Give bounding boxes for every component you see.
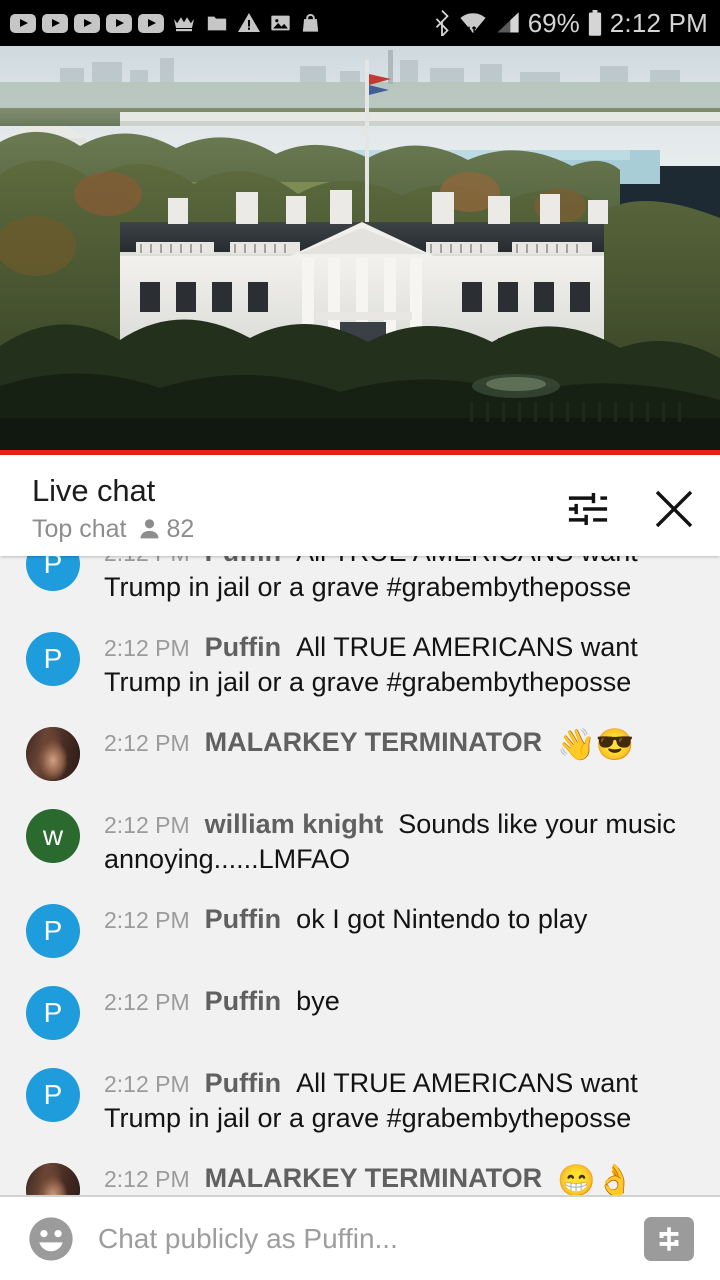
viewer-count-group: 82 (137, 514, 195, 544)
message-timestamp: 2:12 PM (104, 812, 190, 839)
chat-message[interactable]: 2:12 PM MALARKEY TERMINATOR 👋😎 (0, 712, 720, 794)
chat-input-bar (0, 1197, 720, 1280)
folder-icon (207, 16, 227, 31)
avatar-photo (26, 727, 80, 782)
live-chat-header: Live chat Top chat 82 (0, 455, 720, 556)
image-icon (271, 15, 290, 31)
warning-triangle-icon (238, 13, 260, 32)
chat-message[interactable]: P 2:12 PM Puffin All TRUE AMERICANS want … (0, 556, 720, 617)
message-author[interactable]: MALARKEY TERMINATOR (205, 1163, 543, 1193)
avatar[interactable]: P (26, 556, 80, 591)
shopping-bag-icon (302, 13, 319, 32)
viewer-count: 82 (166, 514, 195, 543)
battery-icon (588, 9, 601, 36)
message-author[interactable]: Puffin (205, 986, 281, 1016)
chat-input[interactable] (98, 1222, 626, 1255)
avatar[interactable]: w (26, 809, 80, 864)
close-chat-button[interactable] (650, 485, 698, 533)
avatar[interactable]: P (26, 1068, 80, 1123)
crown-icon (174, 17, 194, 32)
avatar[interactable] (26, 727, 80, 782)
youtube-icon (10, 13, 36, 33)
chat-message-content: 2:12 PM Puffin All TRUE AMERICANS want T… (104, 630, 690, 699)
chat-message[interactable]: P 2:12 PM Puffin All TRUE AMERICANS want … (0, 617, 720, 712)
youtube-icon (74, 13, 100, 33)
avatar[interactable] (26, 1163, 80, 1196)
youtube-icon (42, 13, 68, 33)
chat-message-content: 2:12 PM Puffin ok I got Nintendo to play (104, 902, 690, 937)
white-house-live-stream-image (0, 46, 720, 450)
message-author[interactable]: Puffin (205, 556, 281, 567)
super-chat-button[interactable] (644, 1216, 694, 1261)
avatar-photo (26, 1163, 80, 1196)
chat-message[interactable]: w 2:12 PM william knight Sounds like your… (0, 794, 720, 889)
youtube-live-chat-screen: 69% 2:12 PM Live chat Top chat 82 P Trum… (0, 0, 720, 1280)
chat-message[interactable]: 2:12 PM MALARKEY TERMINATOR 😁👌 (0, 1148, 720, 1196)
super-chat-dollar-icon (659, 1226, 679, 1251)
message-timestamp: 2:12 PM (104, 730, 190, 757)
message-text: bye (296, 986, 340, 1017)
status-bar-system-icons: 69% 2:12 PM (433, 8, 708, 39)
live-chat-subheader: Top chat 82 (32, 515, 194, 544)
person-icon (140, 519, 158, 539)
bluetooth-icon (435, 10, 449, 36)
message-timestamp: 2:12 PM (104, 1166, 190, 1193)
message-emoji: 👋😎 (557, 727, 635, 763)
youtube-icon (138, 13, 164, 33)
live-chat-message-list[interactable]: P 2:12 PM Puffin All TRUE AMERICANS want … (0, 556, 720, 1196)
chat-message-content: 2:12 PM Puffin All TRUE AMERICANS want T… (104, 556, 690, 604)
chat-message-content: 2:12 PM william knight Sounds like your … (104, 807, 690, 876)
live-chat-header-actions (566, 473, 698, 533)
wifi-icon (460, 13, 486, 34)
page-title: Live chat (32, 473, 156, 508)
chat-message[interactable]: P 2:12 PM Puffin ok I got Nintendo to pla… (0, 889, 720, 971)
message-emoji: 😁👌 (557, 1163, 635, 1196)
chat-message[interactable]: P 2:12 PM Puffin All TRUE AMERICANS want … (0, 1053, 720, 1148)
tune-icon (568, 493, 608, 525)
message-author[interactable]: william knight (205, 809, 384, 839)
youtube-icon (106, 13, 132, 33)
emoji-face-icon[interactable] (26, 1214, 76, 1264)
chat-settings-button[interactable] (566, 489, 610, 529)
close-icon (655, 490, 693, 528)
chat-mode-label[interactable]: Top chat (32, 515, 127, 544)
message-timestamp: 2:12 PM (104, 907, 190, 934)
chat-message-content: 2:12 PM MALARKEY TERMINATOR 😁👌 (104, 1161, 690, 1196)
chat-message[interactable]: P 2:12 PM Puffin bye (0, 971, 720, 1053)
message-timestamp: 2:12 PM (104, 1071, 190, 1098)
video-player[interactable] (0, 46, 720, 450)
message-timestamp: 2:12 PM (104, 989, 190, 1016)
cell-signal-icon (497, 12, 519, 33)
message-timestamp: 2:12 PM (104, 556, 190, 566)
avatar[interactable]: P (26, 986, 80, 1041)
avatar[interactable]: P (26, 632, 80, 687)
live-chat-titles: Live chat Top chat 82 (32, 473, 194, 544)
message-author[interactable]: MALARKEY TERMINATOR (205, 727, 543, 757)
message-timestamp: 2:12 PM (104, 635, 190, 662)
message-text: ok I got Nintendo to play (296, 904, 588, 935)
status-bar-notification-icons (10, 11, 322, 35)
battery-percent-label: 69% (527, 7, 580, 38)
message-author[interactable]: Puffin (205, 904, 281, 934)
chat-message-content: 2:12 PM MALARKEY TERMINATOR 👋😎 (104, 725, 690, 765)
avatar[interactable]: P (26, 904, 80, 959)
message-author[interactable]: Puffin (205, 1068, 281, 1098)
chat-message-content: 2:12 PM Puffin All TRUE AMERICANS want T… (104, 1066, 690, 1135)
message-author[interactable]: Puffin (205, 632, 281, 662)
chat-message-content: 2:12 PM Puffin bye (104, 984, 690, 1019)
message-text: Sounds like your music annoying......LMF… (104, 809, 676, 874)
android-status-bar: 69% 2:12 PM (0, 0, 720, 46)
status-bar-clock: 2:12 PM (609, 7, 708, 38)
